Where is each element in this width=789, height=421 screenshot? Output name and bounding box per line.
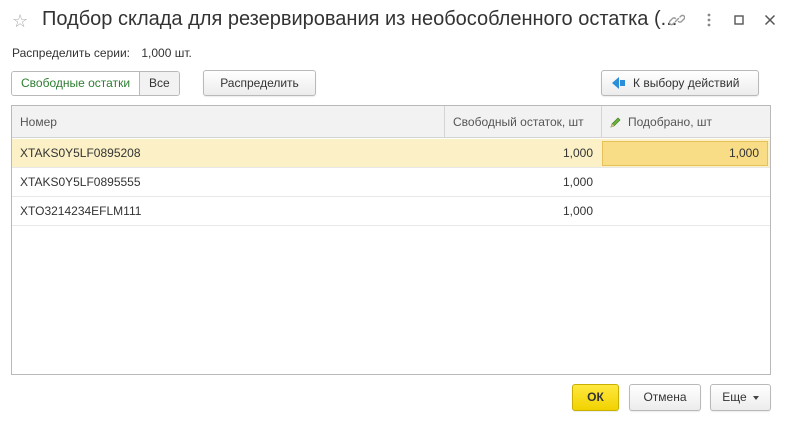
table-header: Номер Свободный остаток, шт Подобрано, ш… [12, 106, 770, 138]
window-title: Подбор склада для резервирования из необ… [42, 8, 678, 30]
table-row[interactable]: XTO3214234EFLM111 1,000 [12, 197, 770, 226]
column-header-picked[interactable]: Подобрано, шт [601, 106, 770, 138]
window-titlebar: ☆ Подбор склада для резервирования из не… [0, 0, 789, 44]
series-table: Номер Свободный остаток, шт Подобрано, ш… [11, 105, 771, 375]
summary-label: Распределить серии: [12, 46, 131, 60]
cell-free-stock[interactable]: 1,000 [444, 139, 593, 168]
star-icon[interactable]: ☆ [12, 11, 32, 31]
column-header-picked-label: Подобрано, шт [628, 115, 713, 129]
cell-number[interactable]: XTO3214234EFLM111 [20, 197, 440, 226]
back-arrow-icon [612, 76, 633, 90]
table-row[interactable]: XTAKS0Y5LF0895555 1,000 [12, 168, 770, 197]
cell-picked[interactable] [602, 168, 768, 197]
back-to-actions-label: К выбору действий [633, 76, 740, 90]
column-header-free-stock[interactable]: Свободный остаток, шт [444, 106, 601, 138]
more-label: Еще [722, 390, 747, 404]
cell-number[interactable]: XTAKS0Y5LF0895208 [20, 139, 440, 168]
cell-picked[interactable] [602, 197, 768, 226]
more-button[interactable]: Еще [710, 384, 771, 411]
back-to-actions-button[interactable]: К выбору действий [601, 70, 759, 96]
column-header-number[interactable]: Номер [12, 106, 444, 138]
chevron-down-icon [752, 395, 759, 400]
close-icon[interactable] [760, 12, 780, 32]
more-vertical-icon[interactable] [699, 12, 719, 32]
distribute-series-summary: Распределить серии: 1,000 шт. [12, 46, 192, 60]
cancel-button[interactable]: Отмена [629, 384, 701, 411]
stock-filter-switch: Свободные остатки Все [11, 71, 180, 96]
filter-all[interactable]: Все [140, 72, 179, 95]
cell-picked[interactable]: 1,000 [602, 141, 768, 166]
maximize-icon[interactable] [729, 12, 749, 32]
cell-number[interactable]: XTAKS0Y5LF0895555 [20, 168, 440, 197]
pencil-icon [610, 117, 621, 128]
distribute-button[interactable]: Распределить [203, 70, 316, 96]
link-icon[interactable] [667, 12, 687, 32]
filter-free-stock[interactable]: Свободные остатки [12, 72, 141, 95]
summary-value: 1,000 шт. [141, 46, 192, 60]
ok-button[interactable]: ОК [572, 384, 619, 411]
cell-free-stock[interactable]: 1,000 [444, 197, 593, 226]
cell-free-stock[interactable]: 1,000 [444, 168, 593, 197]
table-row[interactable]: XTAKS0Y5LF0895208 1,000 1,000 [12, 139, 770, 168]
